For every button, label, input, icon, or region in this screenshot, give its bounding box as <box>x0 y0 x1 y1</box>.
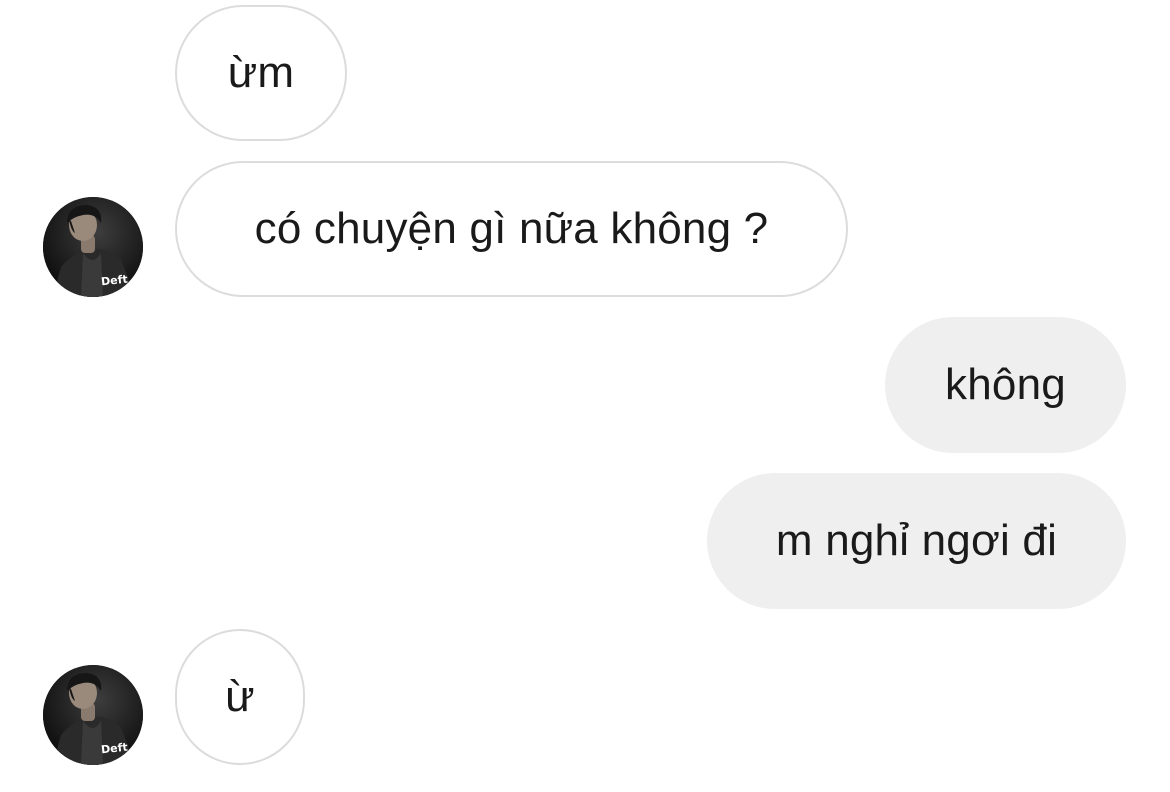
message-text: không <box>945 360 1066 409</box>
avatar-caption: Deft <box>100 740 129 757</box>
avatar-photo-icon <box>43 197 143 297</box>
message-bubble-outgoing[interactable]: m nghỉ ngơi đi <box>707 473 1126 609</box>
avatar-photo-icon <box>43 665 143 765</box>
message-bubble-incoming[interactable]: ừm <box>175 5 347 141</box>
message-bubble-incoming[interactable]: ừ <box>175 629 305 765</box>
message-text: ừ <box>225 672 255 721</box>
message-bubble-incoming[interactable]: có chuyện gì nữa không ? <box>175 161 848 297</box>
contact-avatar[interactable]: Deft <box>43 197 143 297</box>
message-text: có chuyện gì nữa không ? <box>254 204 769 253</box>
contact-avatar[interactable]: Deft <box>43 665 143 765</box>
avatar-caption: Deft <box>100 272 129 289</box>
message-thread: ừm Deft có chuyện gì nữa không ? không m… <box>0 0 1170 792</box>
message-text: m nghỉ ngơi đi <box>775 516 1058 565</box>
message-bubble-outgoing[interactable]: không <box>885 317 1126 453</box>
message-text: ừm <box>227 48 295 97</box>
